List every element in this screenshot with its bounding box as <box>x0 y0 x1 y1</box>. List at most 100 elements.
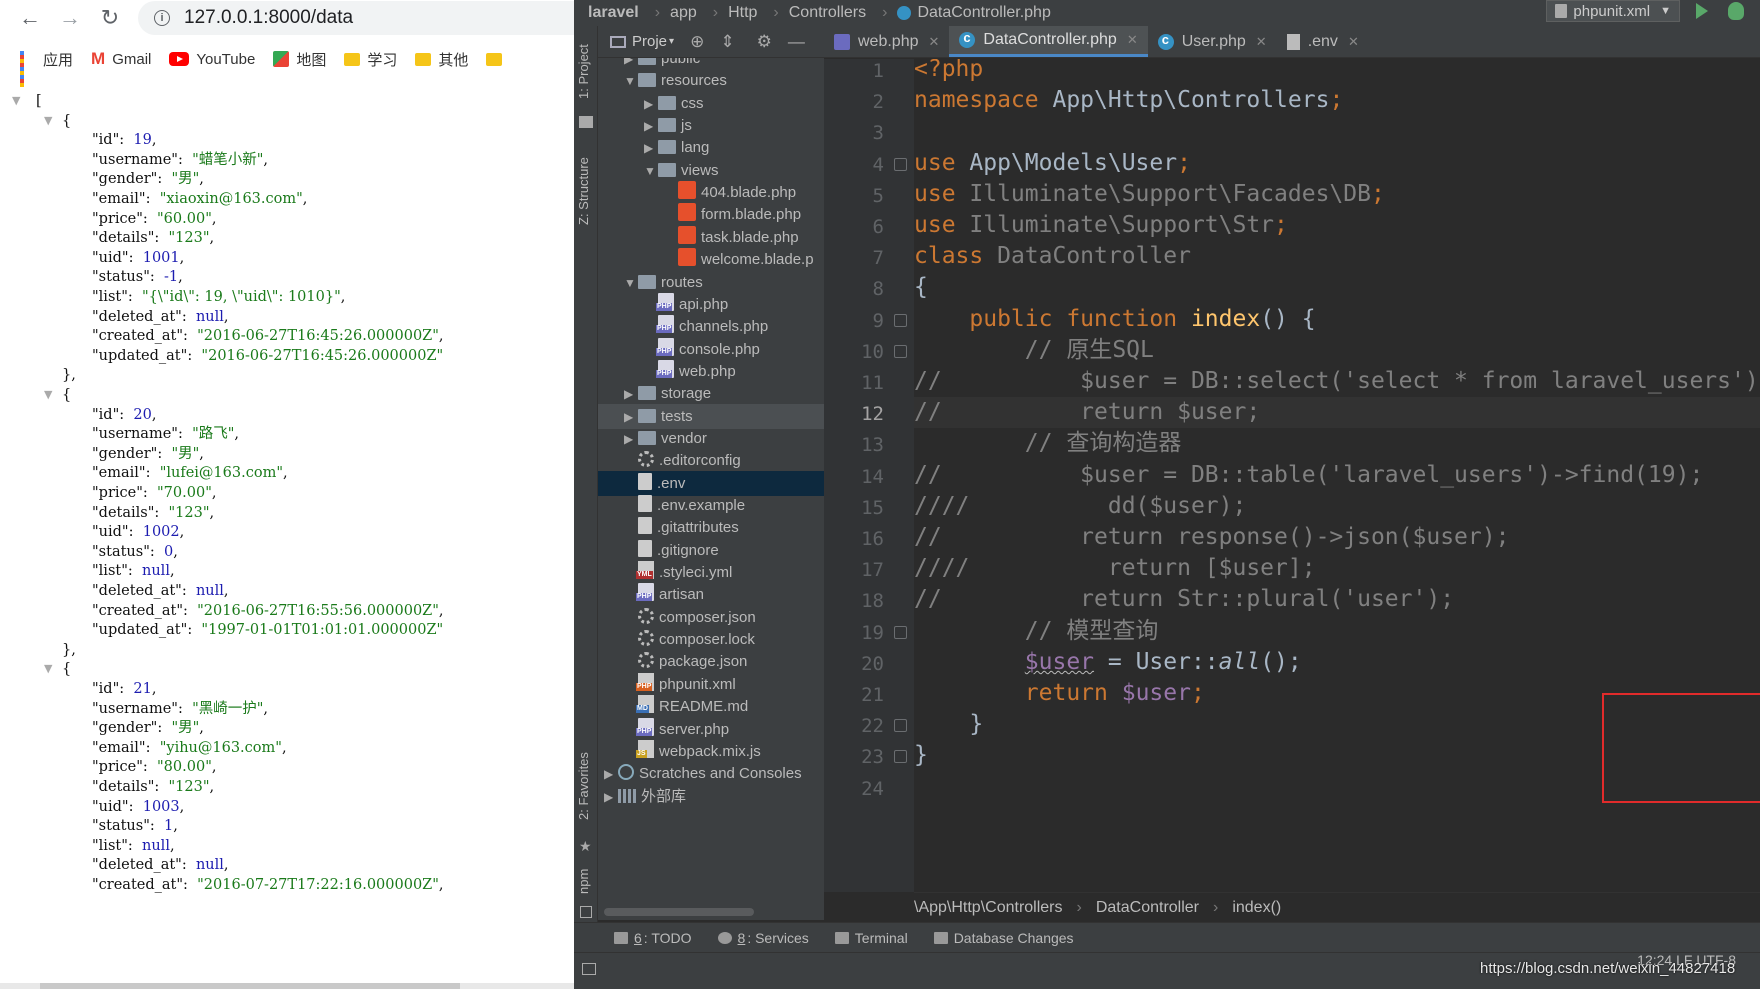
tree-item[interactable]: ▶ css <box>598 91 824 116</box>
bookmark-youtube[interactable]: YouTube <box>169 51 255 68</box>
gear-icon[interactable]: ⚙ <box>757 32 772 52</box>
crumb-class[interactable]: DataController <box>1096 899 1199 917</box>
breadcrumb-http[interactable]: Http <box>728 4 757 22</box>
reload-icon[interactable]: ↻ <box>98 5 122 30</box>
close-icon[interactable]: ✕ <box>1256 34 1267 50</box>
tree-item[interactable]: welcome.blade.p <box>598 247 824 272</box>
tool-tab-terminal[interactable]: Terminal <box>834 930 908 946</box>
toggle-tool-windows-icon[interactable] <box>582 963 596 975</box>
tree-horizontal-scrollbar[interactable] <box>604 908 754 916</box>
bookmark-gmail[interactable]: M Gmail <box>91 49 151 69</box>
tool-tab-npm[interactable]: npm <box>576 861 596 901</box>
bookmark-folder-study[interactable]: 学习 <box>344 49 397 70</box>
code-line: //// return [$user]; <box>914 553 1316 584</box>
tree-item[interactable]: ▼ views <box>598 158 824 183</box>
tree-item[interactable]: ▶ 外部库 <box>598 784 824 809</box>
chevron-right-icon[interactable]: ▶ <box>604 785 618 810</box>
close-icon[interactable]: ✕ <box>1348 34 1359 50</box>
hide-panel-icon[interactable]: — <box>788 32 805 52</box>
fold-marker-icon[interactable] <box>894 719 907 733</box>
tree-item[interactable]: README.md <box>598 694 824 719</box>
chevron-right-icon: › <box>712 4 719 21</box>
tree-item[interactable]: artisan <box>598 582 824 607</box>
collapse-triangle-icon[interactable]: ▼ <box>44 110 52 132</box>
close-icon[interactable]: ✕ <box>929 34 940 50</box>
tree-item[interactable]: ▼ routes <box>598 270 824 295</box>
editor-tab-label: User.php <box>1181 32 1246 50</box>
tree-item[interactable]: web.php <box>598 359 824 384</box>
tree-item[interactable]: channels.php <box>598 314 824 339</box>
json-key: "username" <box>92 700 178 717</box>
crumb-namespace[interactable]: \App\Http\Controllers <box>914 899 1063 917</box>
tool-tab-project[interactable]: 1: Project <box>576 32 596 112</box>
tree-item[interactable]: .env <box>598 470 824 496</box>
breadcrumb-laravel[interactable]: laravel <box>588 4 639 22</box>
breadcrumb-app[interactable]: app <box>670 4 697 22</box>
code-token: <?php <box>914 59 984 82</box>
tree-item[interactable]: .gitignore <box>598 538 824 563</box>
tree-item[interactable]: console.php <box>598 337 824 362</box>
tree-item[interactable]: .env.example <box>598 493 824 518</box>
tool-tab-favorites[interactable]: 2: Favorites <box>576 736 596 836</box>
collapse-all-icon[interactable]: ⇕ <box>720 32 734 52</box>
tree-item[interactable]: composer.json <box>598 605 824 630</box>
editor-tab[interactable]: web.php ✕ <box>824 26 949 57</box>
tool-tab-structure[interactable]: Z: Structure <box>576 136 596 246</box>
tree-item[interactable]: ▶ js <box>598 113 824 138</box>
tree-item[interactable]: task.blade.php <box>598 225 824 250</box>
forward-icon[interactable]: → <box>58 5 82 30</box>
breadcrumb-file[interactable]: DataController.php <box>917 4 1050 22</box>
editor-tab[interactable]: DataController.php ✕ <box>949 26 1148 57</box>
tree-item[interactable]: ▼ resources <box>598 68 824 93</box>
tree-item[interactable]: .editorconfig <box>598 448 824 473</box>
tree-item[interactable]: phpunit.xml <box>598 672 824 697</box>
fold-marker-icon[interactable] <box>894 625 907 639</box>
tree-item[interactable]: form.blade.php <box>598 202 824 227</box>
json-value: 0 <box>163 543 174 560</box>
project-view-select[interactable]: Proje <box>632 33 667 50</box>
fold-marker-icon[interactable] <box>894 344 907 358</box>
editor-tab[interactable]: .env ✕ <box>1277 26 1369 57</box>
tool-tab-todo[interactable]: 6: TODO <box>614 930 692 946</box>
collapse-triangle-icon[interactable]: ▼ <box>12 90 20 112</box>
crumb-method[interactable]: index() <box>1232 899 1281 917</box>
fold-marker-icon[interactable] <box>894 750 907 764</box>
collapse-triangle-icon[interactable]: ▼ <box>44 658 52 680</box>
bookmark-maps[interactable]: 地图 <box>273 49 326 70</box>
run-configuration-select[interactable]: phpunit.xml ▼ <box>1546 0 1680 22</box>
collapse-triangle-icon[interactable]: ▼ <box>44 384 52 406</box>
tree-item[interactable]: .styleci.yml <box>598 560 824 585</box>
tree-item[interactable]: server.php <box>598 717 824 742</box>
fold-marker-icon[interactable] <box>894 157 907 171</box>
tree-item[interactable]: .gitattributes <box>598 515 824 540</box>
code-token: ; <box>1329 87 1344 114</box>
tool-tab-database-changes[interactable]: Database Changes <box>933 930 1074 946</box>
bookmark-folder-more[interactable] <box>486 52 509 66</box>
bookmark-folder-other[interactable]: 其他 <box>415 49 468 70</box>
tree-item[interactable]: 404.blade.php <box>598 180 824 205</box>
tree-item[interactable]: ▶ Scratches and Consoles <box>598 761 824 786</box>
debug-icon[interactable] <box>1728 2 1744 20</box>
breadcrumb-controllers[interactable]: Controllers <box>789 4 866 22</box>
address-bar[interactable]: i 127.0.0.1:8000/data <box>138 1 574 35</box>
bookmark-apps[interactable]: 应用 <box>20 49 73 87</box>
tree-item[interactable]: ▶ lang <box>598 135 824 160</box>
tree-item[interactable]: ▶ storage <box>598 381 824 406</box>
tree-item[interactable]: package.json <box>598 649 824 674</box>
folder-icon <box>658 140 676 155</box>
back-icon[interactable]: ← <box>18 5 42 30</box>
locate-icon[interactable]: ⊕ <box>690 32 704 52</box>
horizontal-scrollbar[interactable] <box>0 983 574 989</box>
tool-tab-services[interactable]: 8: Services <box>717 930 809 946</box>
close-icon[interactable]: ✕ <box>1127 32 1138 48</box>
tree-item[interactable]: ▶ tests <box>598 403 824 429</box>
fold-marker-icon[interactable] <box>894 313 907 327</box>
editor-tab[interactable]: User.php ✕ <box>1148 26 1277 57</box>
run-icon[interactable] <box>1696 3 1708 19</box>
site-info-icon[interactable]: i <box>154 10 170 26</box>
tree-item[interactable]: composer.lock <box>598 627 824 652</box>
tree-item[interactable]: webpack.mix.js <box>598 739 824 764</box>
tree-item[interactable]: api.php <box>598 292 824 317</box>
tree-item[interactable]: ▶ vendor <box>598 426 824 451</box>
json-value: "男" <box>171 445 200 462</box>
